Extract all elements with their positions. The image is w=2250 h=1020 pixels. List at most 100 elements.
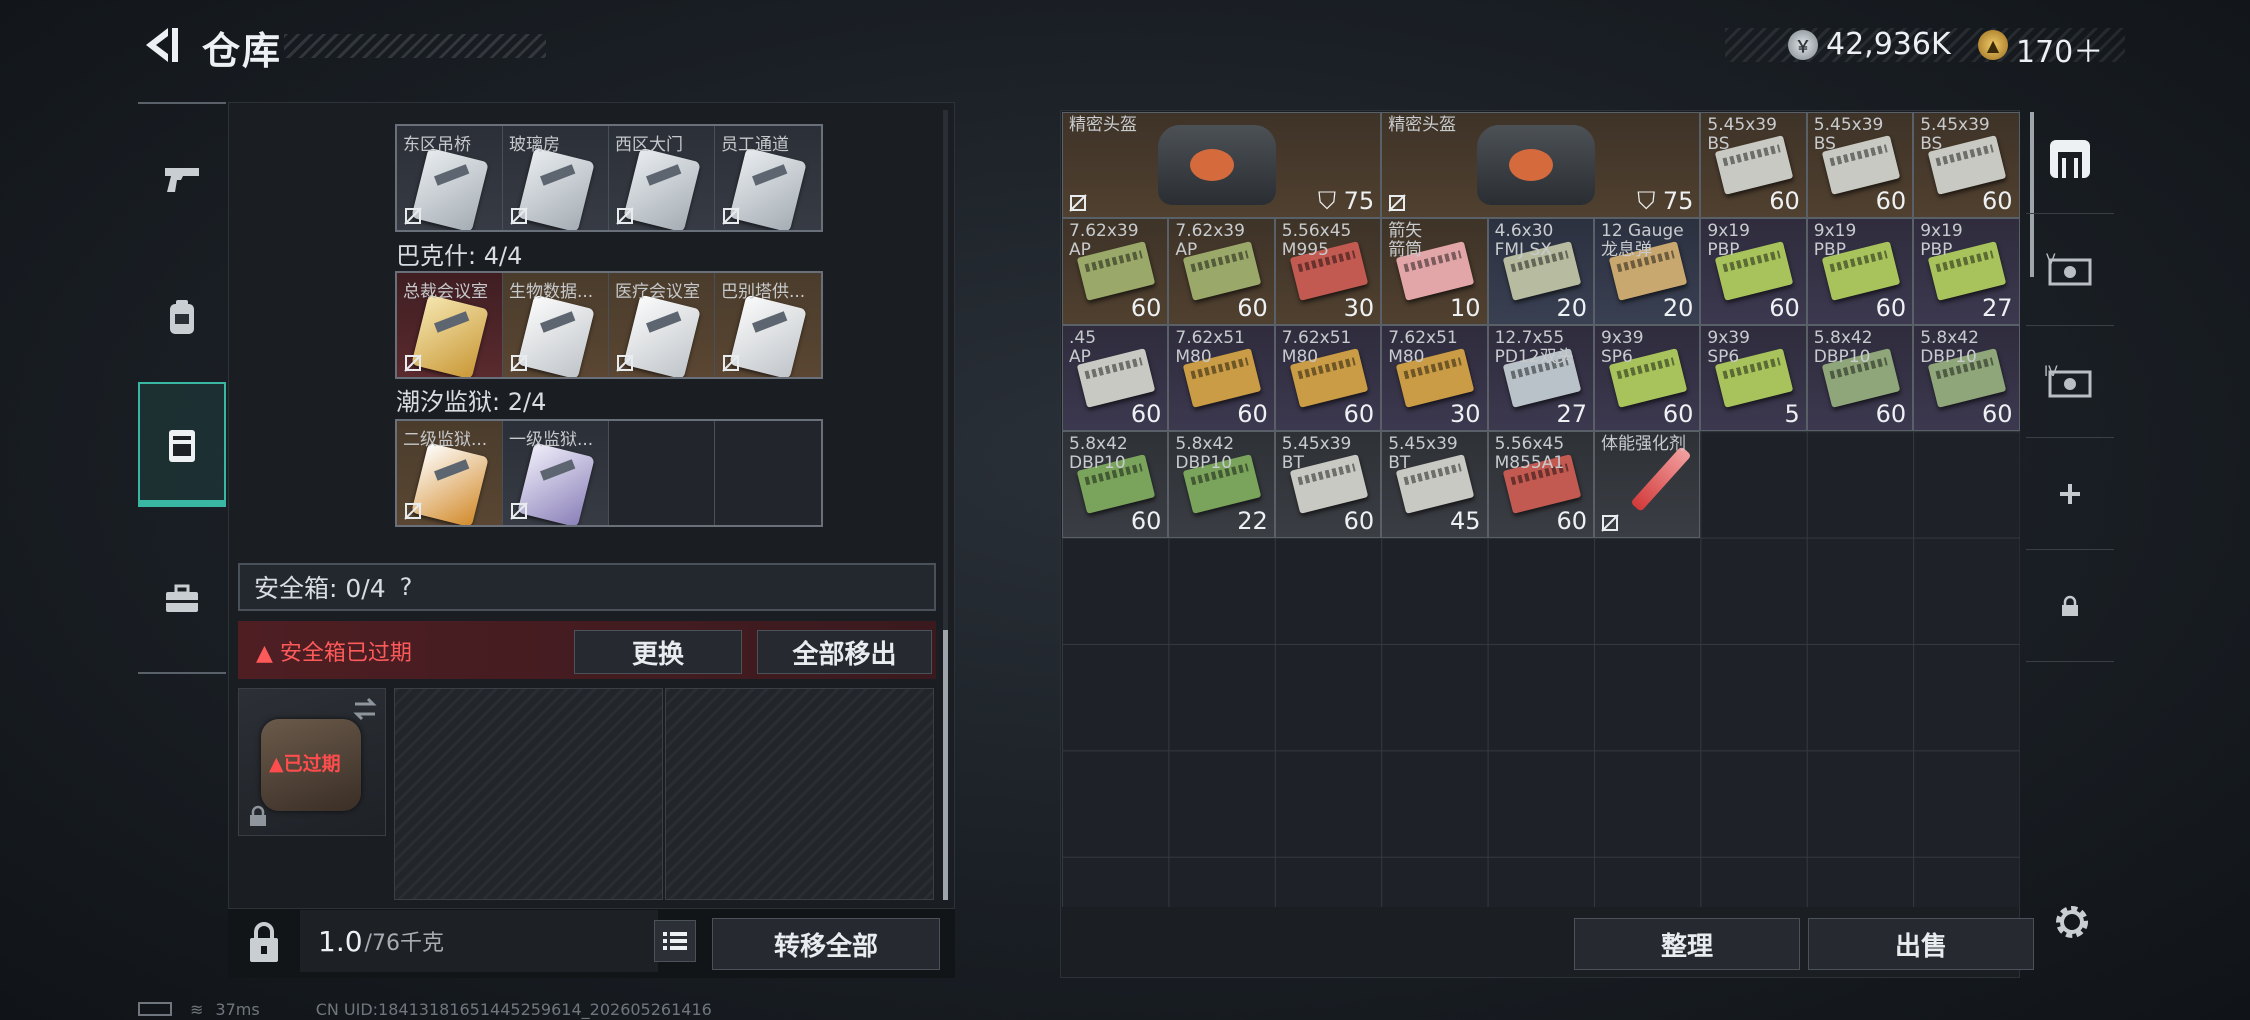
battery-icon	[138, 1002, 172, 1016]
item-count: 60	[1130, 400, 1162, 429]
ammo-item[interactable]: 9x39 SP6 60	[1594, 324, 1701, 432]
durability-value: ⛉ 75	[1318, 187, 1375, 216]
keycard-slot[interactable]: 生物数据...	[503, 273, 609, 377]
ammo-item[interactable]: 箭矢 箭筒 10	[1381, 218, 1488, 325]
helmet-item[interactable]: 精密头盔 ⛉ 75	[1062, 112, 1382, 219]
keycard-slot[interactable]: 西区大门	[609, 126, 715, 230]
rail-item-storage[interactable]	[138, 382, 226, 507]
ammo-item[interactable]: 9x19 PBP 27	[1913, 218, 2020, 325]
add-slot-button[interactable]	[2026, 438, 2114, 550]
item-name: 5.8x42 DBP10	[1813, 327, 1873, 367]
ammo-item[interactable]: .45 AP 60	[1062, 324, 1169, 432]
rail-item-ammo-box-iv[interactable]: IV	[2026, 326, 2114, 438]
keycard-slot[interactable]: 总裁会议室	[397, 273, 503, 377]
ammo-item[interactable]: 5.8x42 DBP10 60	[1913, 324, 2020, 432]
safe-box-slot[interactable]: ▲已过期	[238, 688, 386, 836]
shield-icon: ⛉	[1318, 187, 1336, 216]
ammo-item[interactable]: 5.45x39 BT 60	[1274, 431, 1382, 538]
rail-item-weapons[interactable]	[138, 134, 226, 224]
stim-item[interactable]: 体能强化剂	[1594, 431, 1701, 538]
item-name: 9x19 PBP	[1707, 221, 1750, 261]
item-name: 9x39 SP6	[1707, 327, 1750, 367]
item-count: 30	[1450, 400, 1481, 429]
ammo-item[interactable]: 7.62x39 AP 60	[1062, 218, 1169, 325]
transfer-all-button[interactable]: 转移全部	[712, 918, 940, 970]
keycard-slot[interactable]: 巴别塔供...	[715, 273, 821, 377]
keycard-slot[interactable]: 员工通道	[715, 126, 821, 230]
gold-coin-icon[interactable]: ▲	[1978, 30, 2008, 60]
ammo-item[interactable]: 12 Gauge 龙息弹 20	[1594, 218, 1701, 325]
swap-icon[interactable]	[351, 695, 379, 723]
lock-icon	[2062, 595, 2078, 616]
locker-icon	[169, 429, 195, 462]
page-title: 仓库	[202, 29, 283, 73]
keycard-slot[interactable]: 医疗会议室	[609, 273, 715, 377]
left-scrollbar-thumb[interactable]	[943, 630, 948, 900]
keycard-grid-top: 东区吊桥 玻璃房 西区大门 员工通道	[395, 124, 823, 232]
keycard-label: 巴别塔供...	[721, 282, 806, 302]
ammo-item[interactable]: 9x19 PBP 60	[1700, 218, 1807, 325]
item-count: 60	[1875, 187, 1907, 216]
empty-key-slot[interactable]	[609, 421, 715, 525]
weight-display: 1.0 /76千克	[300, 910, 658, 972]
safe-slot[interactable]	[665, 688, 934, 900]
ammo-item[interactable]: 5.45x39 BS 60	[1700, 112, 1807, 219]
stash-grid: 精密头盔 ⛉ 75 精密头盔 ⛉ 75 5.45x39 BS 60 5.45x39 BS 60…	[1062, 112, 2020, 907]
ammo-item[interactable]: 7.62x51 M80 30	[1381, 324, 1488, 432]
item-name: 7.62x51 M80	[1175, 327, 1245, 367]
ammo-item[interactable]: 7.62x39 AP 60	[1168, 218, 1275, 325]
ammo-item[interactable]: 5.45x39 BT 45	[1381, 431, 1488, 538]
list-view-button[interactable]	[654, 920, 696, 962]
empty-key-slot[interactable]	[715, 421, 821, 525]
gold-balance[interactable]: 170＋	[2016, 27, 2103, 71]
ammo-item[interactable]: 9x39 SP6 5	[1700, 324, 1807, 432]
ammo-item[interactable]: 5.8x42 DBP10 60	[1806, 324, 1914, 432]
ammo-item[interactable]: 9x19 PBP 60	[1806, 218, 1914, 325]
svg-text:IV: IV	[2044, 364, 2058, 380]
lock-icon[interactable]	[246, 920, 282, 964]
item-count: 60	[1556, 506, 1587, 535]
svg-text:V: V	[2046, 252, 2056, 268]
rail-item-fence[interactable]	[2026, 102, 2114, 214]
rail-item-tools[interactable]	[138, 554, 226, 644]
item-name: 7.62x39 AP	[1069, 221, 1139, 261]
no-transfer-icon	[403, 353, 423, 373]
rail-item-ammo-box[interactable]: V	[2026, 214, 2114, 326]
item-count: 60	[1130, 293, 1162, 322]
right-tool-rail: V IV	[2026, 102, 2114, 682]
ammo-item[interactable]: 12.7x55 PD12双头 27	[1487, 324, 1594, 432]
keycard-slot[interactable]: 玻璃房	[503, 126, 609, 230]
ammo-item[interactable]: 5.45x39 BS 60	[1806, 112, 1914, 219]
item-count: 60	[1769, 293, 1800, 322]
ammo-item[interactable]: 7.62x51 M80 60	[1168, 324, 1275, 432]
no-transfer-icon	[403, 206, 423, 226]
keycard-slot[interactable]: 东区吊桥	[397, 126, 503, 230]
keycard-slot[interactable]: 一级监狱...	[503, 421, 609, 525]
ammo-item[interactable]: 4.6x30 FMJ SX 20	[1487, 218, 1594, 325]
rail-item-gear[interactable]	[138, 272, 226, 362]
ammo-item[interactable]: 5.8x42 DBP10 60	[1062, 431, 1169, 538]
sort-button[interactable]: 整理	[1574, 918, 1800, 970]
no-transfer-icon	[1068, 193, 1088, 213]
replace-button[interactable]: 更换	[574, 630, 742, 674]
back-button[interactable]	[138, 24, 180, 66]
locked-slot[interactable]	[2026, 550, 2114, 662]
gear-icon[interactable]	[2050, 900, 2094, 944]
title-decoration	[284, 34, 546, 58]
item-name: 9x39 SP6	[1601, 327, 1644, 367]
help-icon[interactable]: ?	[400, 573, 413, 601]
ammo-item[interactable]: 5.8x42 DBP10 22	[1168, 431, 1275, 538]
item-name: 5.45x39 BT	[1281, 434, 1352, 474]
helmet-item[interactable]: 精密头盔 ⛉ 75	[1381, 112, 1701, 219]
item-count: 30	[1343, 293, 1375, 322]
ammo-item[interactable]: 5.45x39 BS 60	[1913, 112, 2020, 219]
keycard-slot[interactable]: 二级监狱...	[397, 421, 503, 525]
sell-button[interactable]: 出售	[1808, 918, 2034, 970]
item-name: 7.62x51 M80	[1281, 327, 1352, 367]
no-transfer-icon	[1387, 193, 1407, 213]
ammo-item[interactable]: 5.56x45 M855A1 60	[1487, 431, 1594, 538]
ammo-item[interactable]: 5.56x45 M995 30	[1274, 218, 1382, 325]
safe-slot[interactable]	[394, 688, 663, 900]
ammo-item[interactable]: 7.62x51 M80 60	[1274, 324, 1382, 432]
remove-all-button[interactable]: 全部移出	[757, 630, 932, 674]
